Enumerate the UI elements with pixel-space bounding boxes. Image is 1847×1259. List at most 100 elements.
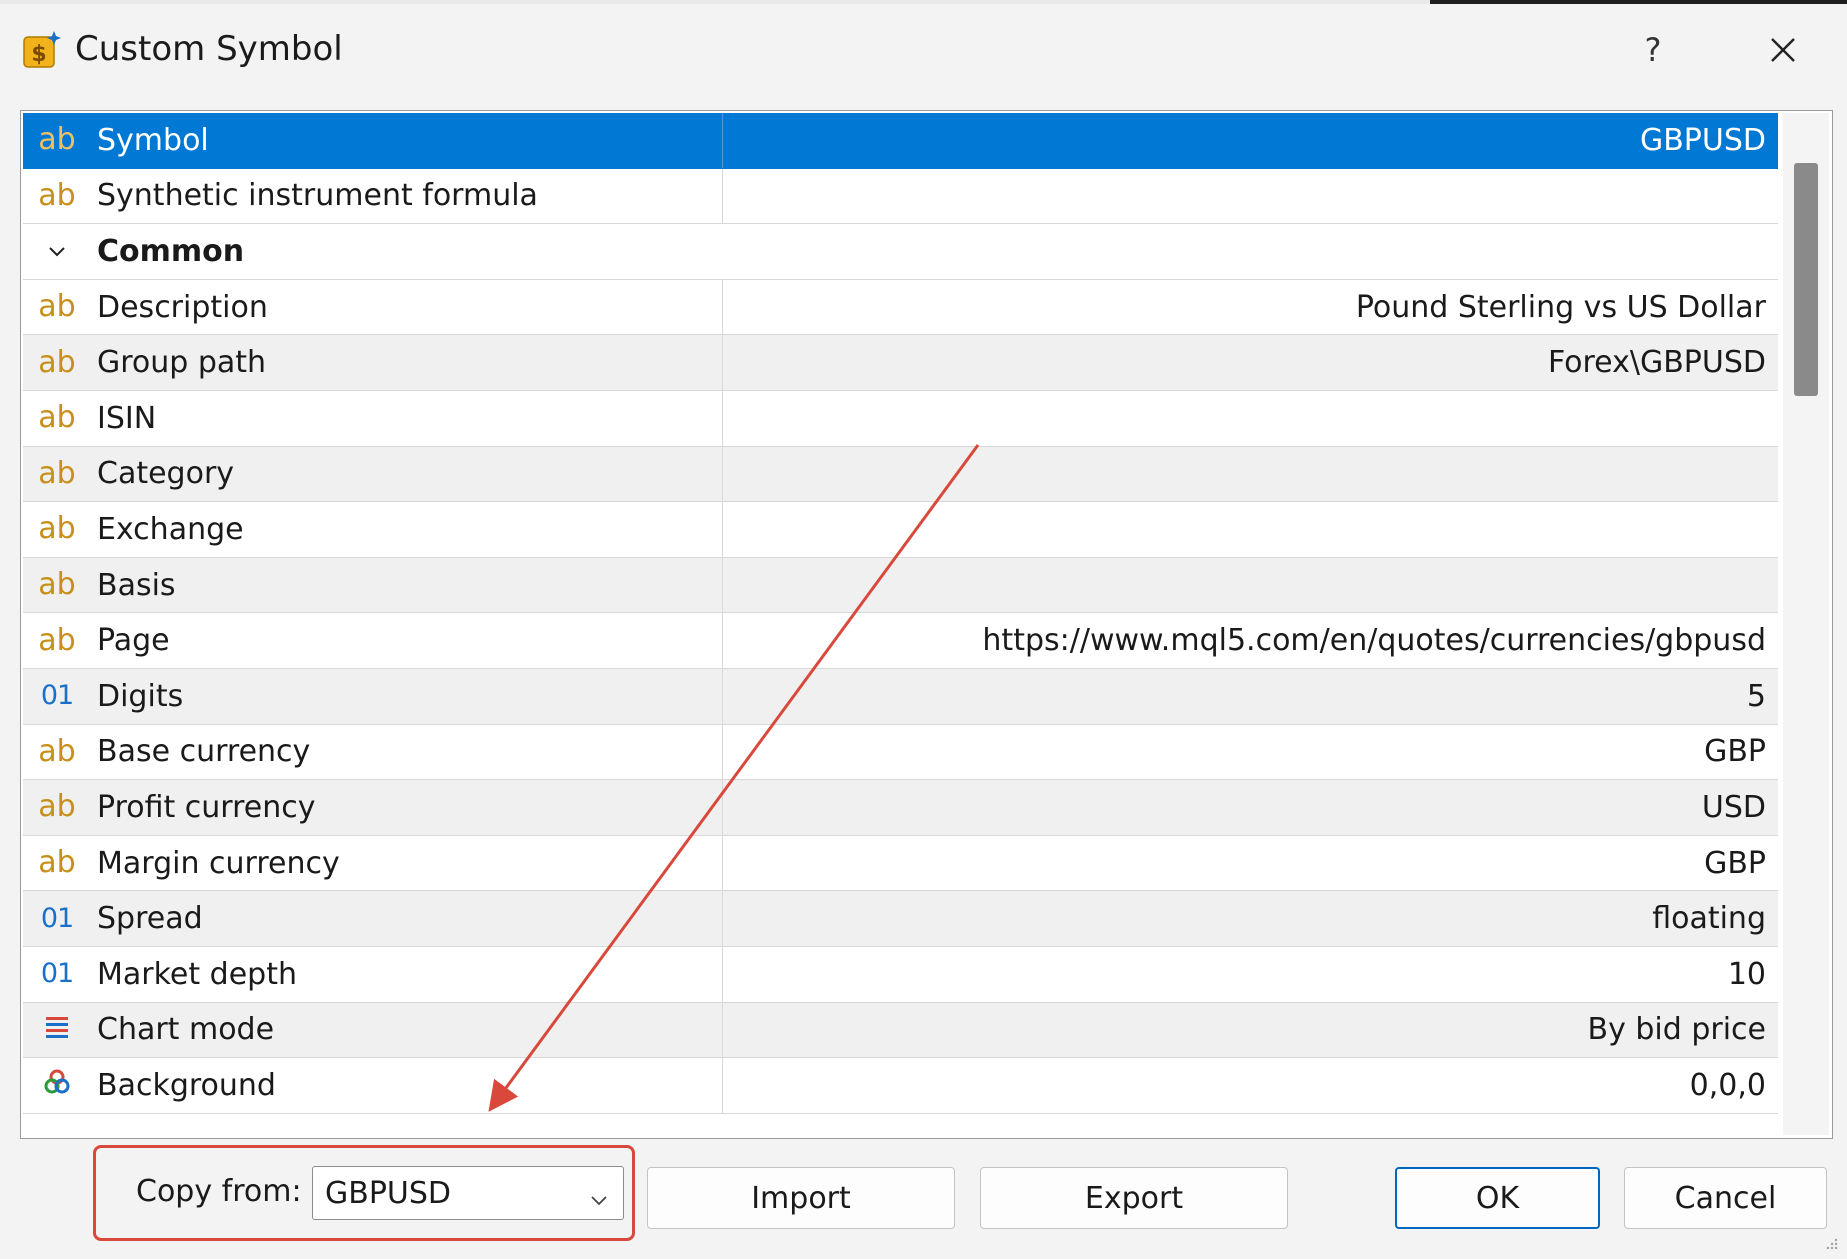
property-row[interactable]: ab ISIN <box>23 390 1778 447</box>
property-name: Market depth <box>97 956 297 992</box>
property-value-cell[interactable]: GBP <box>723 725 1778 780</box>
property-row[interactable]: ab Exchange <box>23 502 1778 558</box>
property-row[interactable]: ab Profit currency USD <box>23 780 1778 836</box>
property-value-cell[interactable] <box>723 502 1778 557</box>
numeric-type-icon: 01 <box>40 680 74 712</box>
ok-button[interactable]: OK <box>1395 1167 1600 1229</box>
property-name-cell: ab Synthetic instrument formula <box>23 168 723 224</box>
property-row[interactable]: ab Description Pound Sterling vs US Dollar <box>23 279 1778 336</box>
close-button[interactable] <box>1750 12 1816 88</box>
copy-from-group: Copy from: GBPUSD <box>93 1145 635 1241</box>
property-value-cell[interactable]: Pound Sterling vs US Dollar <box>723 280 1778 335</box>
property-name-cell: Background <box>23 1058 723 1113</box>
property-row[interactable]: 01 Digits 5 <box>23 668 1778 725</box>
property-name: Category <box>97 456 235 492</box>
property-name-cell: ab ISIN <box>23 390 723 446</box>
property-value: Forex\GBPUSD <box>1547 345 1766 381</box>
export-button[interactable]: Export <box>980 1167 1288 1229</box>
window-title: Custom Symbol <box>75 29 343 69</box>
cancel-button[interactable]: Cancel <box>1624 1167 1827 1229</box>
dollar-sparkle-icon: $ <box>22 30 62 70</box>
property-value-cell[interactable] <box>723 447 1778 502</box>
property-value: floating <box>1652 901 1766 937</box>
property-name-cell: ab Exchange <box>23 502 723 557</box>
property-row[interactable]: ab Category <box>23 446 1778 503</box>
property-name: Profit currency <box>97 789 316 825</box>
property-value-cell[interactable]: 5 <box>723 669 1778 724</box>
chevron-down-icon[interactable] <box>31 240 83 262</box>
property-name-cell: ab Profit currency <box>23 780 723 835</box>
property-row[interactable]: 01 Spread floating <box>23 891 1778 947</box>
property-value-cell[interactable]: 10 <box>723 947 1778 1002</box>
group-name-cell: Common <box>23 224 1778 279</box>
property-name-cell: 01 Spread <box>23 891 723 946</box>
property-row[interactable]: Background 0,0,0 <box>23 1058 1778 1114</box>
property-name-cell: 01 Market depth <box>23 946 723 1002</box>
property-grid[interactable]: ab Symbol GBPUSD ab Synthetic instrument for… <box>20 110 1833 1139</box>
property-list: ab Symbol GBPUSD ab Synthetic instrument for… <box>23 113 1778 1114</box>
property-value: GBP <box>1704 734 1766 770</box>
property-row[interactable]: ab Page https://www.mql5.com/en/quotes/cur… <box>23 613 1778 669</box>
text-type-icon: ab <box>38 122 76 158</box>
property-name-cell: ab Group path <box>23 335 723 390</box>
text-type-icon: ab <box>38 511 76 547</box>
scrollbar-thumb[interactable] <box>1794 163 1818 396</box>
text-type-icon: ab <box>38 177 76 213</box>
resize-grip-icon[interactable] <box>1823 1235 1839 1251</box>
text-type-icon: ab <box>38 344 76 380</box>
group-header-common[interactable]: Common <box>23 224 1778 280</box>
property-row[interactable]: ab Margin currency GBP <box>23 835 1778 892</box>
property-row[interactable]: ab Base currency GBP <box>23 724 1778 781</box>
property-value-cell[interactable] <box>723 558 1778 613</box>
property-value-cell[interactable]: 0,0,0 <box>723 1058 1778 1113</box>
property-name: Background <box>97 1067 276 1103</box>
numeric-type-icon: 01 <box>40 902 74 934</box>
property-row[interactable]: ab Group path Forex\GBPUSD <box>23 335 1778 391</box>
property-value-cell[interactable]: USD <box>723 780 1778 835</box>
property-value-cell[interactable]: https://www.mql5.com/en/quotes/currencie… <box>723 613 1778 668</box>
property-value: https://www.mql5.com/en/quotes/currencie… <box>982 623 1766 659</box>
property-name-cell: ab Basis <box>23 557 723 613</box>
color-palette-icon <box>31 1068 83 1102</box>
property-value: 0,0,0 <box>1689 1067 1766 1103</box>
copy-from-select[interactable]: GBPUSD <box>312 1166 624 1220</box>
property-name-cell: ab Category <box>23 446 723 502</box>
property-row[interactable]: ab Basis <box>23 557 1778 614</box>
title-bar: $ Custom Symbol ? <box>0 4 1847 88</box>
close-icon <box>1771 38 1795 62</box>
text-type-icon: ab <box>38 289 76 325</box>
property-row[interactable]: ab Symbol GBPUSD <box>23 113 1778 169</box>
group-label: Common <box>97 233 245 269</box>
property-name: Exchange <box>97 511 244 547</box>
property-value-cell[interactable]: Forex\GBPUSD <box>723 335 1778 390</box>
property-value: Pound Sterling vs US Dollar <box>1355 289 1766 325</box>
property-value-cell[interactable]: GBPUSD <box>723 113 1778 168</box>
property-row[interactable]: 01 Market depth 10 <box>23 946 1778 1003</box>
property-name: Description <box>97 289 268 325</box>
import-button[interactable]: Import <box>647 1167 955 1229</box>
property-row[interactable]: Chart mode By bid price <box>23 1002 1778 1059</box>
numeric-type-icon: 01 <box>40 958 74 990</box>
property-value-cell[interactable]: GBP <box>723 836 1778 891</box>
property-value-cell[interactable] <box>723 169 1778 224</box>
text-type-icon: ab <box>38 789 76 825</box>
text-type-icon: ab <box>38 845 76 881</box>
property-value-cell[interactable]: floating <box>723 891 1778 946</box>
text-type-icon: ab <box>38 567 76 603</box>
copy-from-value: GBPUSD <box>325 1175 452 1211</box>
chevron-down-icon <box>589 1183 609 1218</box>
property-name: Symbol <box>97 122 209 158</box>
property-row[interactable]: ab Synthetic instrument formula <box>23 168 1778 225</box>
property-value-cell[interactable] <box>723 391 1778 446</box>
property-value: 10 <box>1727 956 1766 992</box>
property-name-cell: ab Margin currency <box>23 835 723 891</box>
enum-list-icon <box>31 1013 83 1047</box>
property-name-cell: Chart mode <box>23 1002 723 1058</box>
property-value-cell[interactable]: By bid price <box>723 1003 1778 1058</box>
text-type-icon: ab <box>38 733 76 769</box>
property-value: By bid price <box>1587 1012 1767 1048</box>
help-button[interactable]: ? <box>1620 12 1686 88</box>
property-name-cell: ab Page <box>23 613 723 668</box>
vertical-scrollbar[interactable] <box>1783 113 1829 1135</box>
property-name: Base currency <box>97 734 311 770</box>
